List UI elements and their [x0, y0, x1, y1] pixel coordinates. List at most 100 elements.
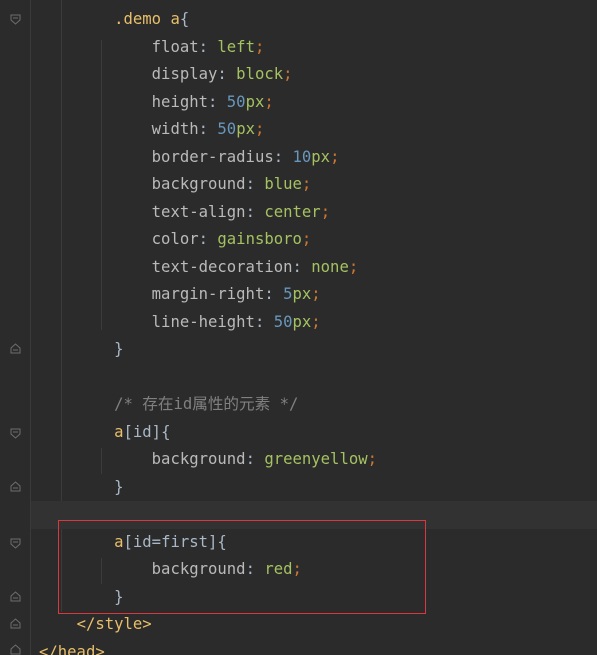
code-token: 10 [292, 147, 312, 166]
code-line[interactable]: </head> [31, 639, 597, 655]
code-line[interactable]: float: left; [31, 34, 597, 62]
code-token: float [151, 37, 199, 56]
code-line[interactable]: background: blue; [31, 171, 597, 199]
code-token: gainsboro [217, 230, 302, 248]
code-token: px [236, 120, 255, 138]
code-token: ; [283, 65, 293, 83]
fold-close-icon[interactable] [10, 591, 21, 602]
code-token: ; [367, 450, 378, 468]
code-token: .demo [39, 10, 171, 28]
code-token: ; [311, 285, 321, 303]
code-token: : [245, 202, 265, 221]
code-line[interactable]: border-radius: 10px; [31, 144, 597, 172]
code-token: 5 [283, 285, 293, 303]
code-token: [ [123, 422, 133, 441]
fold-open-icon[interactable] [10, 538, 21, 549]
code-token: : [292, 257, 312, 276]
code-token: 50 [273, 312, 293, 331]
code-line[interactable]: text-align: center; [31, 199, 597, 227]
code-line[interactable]: } [31, 474, 597, 502]
code-token: greenyellow [264, 450, 368, 468]
code-token: : [245, 450, 265, 468]
fold-open-icon[interactable] [10, 428, 21, 439]
code-line[interactable]: display: block; [31, 61, 597, 89]
code-line[interactable]: a[id]{ [31, 419, 597, 447]
code-token: : [198, 120, 218, 138]
code-token: : [208, 92, 227, 111]
fold-close-icon[interactable] [10, 343, 21, 354]
code-token: block [236, 65, 284, 83]
code-token: 50 [226, 92, 246, 111]
code-token: a [170, 10, 180, 28]
code-token: blue [264, 175, 302, 193]
code-line[interactable]: background: greenyellow; [31, 446, 597, 474]
fold-open-icon[interactable] [10, 14, 21, 25]
code-token: px [292, 312, 312, 331]
code-token: left [217, 37, 255, 56]
fold-close-icon[interactable] [10, 644, 21, 655]
code-token: line-height [151, 312, 255, 331]
code-token: background [151, 175, 246, 193]
code-token: margin-right [151, 285, 265, 303]
code-line[interactable] [31, 364, 597, 392]
highlight-annotation-box [58, 520, 426, 614]
code-token: : [217, 65, 237, 83]
code-token: ; [264, 92, 274, 111]
code-token: id [132, 422, 152, 441]
code-token: 50 [217, 120, 237, 138]
code-token: : [264, 285, 284, 303]
code-token: text-decoration [151, 257, 293, 276]
code-token: width [151, 120, 199, 138]
code-token: color [151, 230, 199, 248]
code-token: </style> [76, 615, 152, 633]
code-line[interactable]: line-height: 50px; [31, 309, 597, 337]
code-line[interactable]: } [31, 336, 597, 364]
code-line[interactable]: </style> [31, 611, 597, 639]
code-token: px [292, 285, 312, 303]
code-token: ; [320, 202, 331, 221]
code-token: display [151, 65, 218, 83]
code-line[interactable]: /* 存在id属性的元素 */ [31, 391, 597, 419]
code-token: center [264, 202, 321, 221]
fold-close-icon[interactable] [10, 481, 21, 492]
code-token: : [254, 312, 274, 331]
code-token: background [151, 450, 246, 468]
code-line[interactable]: height: 50px; [31, 89, 597, 117]
code-token: ; [311, 312, 321, 331]
code-token: ; [254, 37, 265, 56]
code-line[interactable]: width: 50px; [31, 116, 597, 144]
fold-close-icon[interactable] [10, 618, 21, 629]
code-line[interactable]: .demo a{ [31, 6, 597, 34]
code-token: } [114, 477, 124, 496]
code-token: a [114, 422, 124, 441]
code-token: ] [151, 422, 162, 441]
code-token: : [273, 147, 293, 166]
code-token: /* 存在id属性的元素 */ [114, 395, 299, 413]
code-token: px [245, 92, 265, 111]
code-token: } [114, 340, 124, 358]
code-line[interactable]: color: gainsboro; [31, 226, 597, 254]
editor-gutter [0, 0, 31, 655]
code-token: none [311, 257, 349, 276]
code-token: ; [254, 120, 265, 138]
code-line[interactable]: margin-right: 5px; [31, 281, 597, 309]
code-token: ; [301, 175, 312, 193]
code-editor[interactable]: .demo a{ float: left; display: block; he… [0, 0, 597, 655]
code-token: text-align [151, 202, 246, 221]
code-token: : [198, 37, 218, 56]
code-line[interactable]: text-decoration: none; [31, 254, 597, 282]
code-token: ; [348, 257, 359, 276]
